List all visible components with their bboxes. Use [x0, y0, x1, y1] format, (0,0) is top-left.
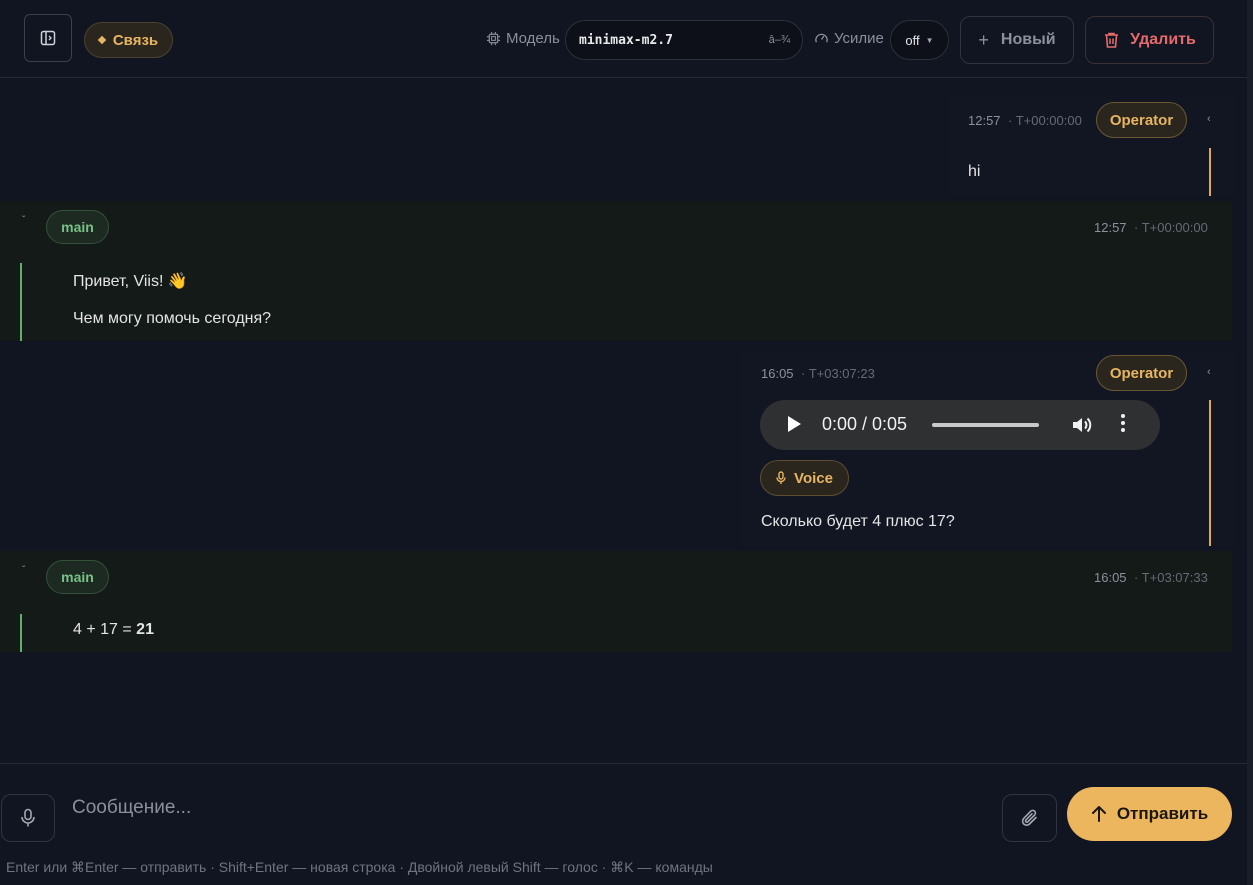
sidebar-toggle-button[interactable] [24, 14, 72, 62]
model-select[interactable]: minimax-m2.7 â–¾ [565, 20, 803, 60]
effort-label: Усилие [814, 30, 884, 47]
connection-label: Связь [112, 31, 159, 49]
message-input[interactable] [70, 792, 974, 824]
chevron-down-icon[interactable]: ˇ [22, 215, 25, 226]
attach-button[interactable] [1002, 794, 1057, 842]
arrow-up-icon [1091, 806, 1106, 822]
voice-badge: Voice [760, 460, 849, 496]
delete-button[interactable]: Удалить [1085, 16, 1214, 64]
message-offset: · T+03:07:23 [801, 366, 875, 381]
chip-icon [486, 31, 501, 46]
microphone-icon [776, 471, 786, 484]
agent-badge: main [46, 560, 109, 594]
sidebar-panel-icon [40, 30, 56, 46]
message-time: 12:57 [1094, 220, 1127, 235]
operator-badge: Operator [1096, 355, 1187, 391]
audio-player[interactable]: 0:00 / 0:05 [760, 400, 1160, 450]
model-label: Модель [486, 30, 560, 47]
message-text: Сколько будет 4 плюс 17? [761, 513, 955, 530]
message-accent-bar [20, 263, 22, 341]
new-chat-button[interactable]: + Новый [960, 16, 1074, 64]
message-accent-bar [20, 614, 22, 652]
effort-value: off [905, 32, 920, 48]
composer: Отправить Enter или ⌘Enter — отправить ·… [0, 763, 1247, 885]
message-time: 16:05 [761, 366, 794, 381]
keyboard-hints: Enter или ⌘Enter — отправить · Shift+Ent… [6, 859, 713, 875]
chevron-down-icon[interactable]: ˇ [22, 565, 25, 576]
chevron-down-icon: ▼ [925, 35, 934, 45]
microphone-button[interactable] [1, 794, 55, 842]
chevron-left-icon[interactable]: ‹ [1207, 113, 1211, 125]
trash-icon [1105, 32, 1119, 48]
scrollbar[interactable] [1247, 0, 1253, 885]
volume-icon[interactable] [1070, 413, 1094, 437]
message-time: 16:05 [1094, 570, 1127, 585]
message-time: 12:57 [968, 113, 1001, 128]
paperclip-icon [1021, 809, 1037, 826]
gauge-icon [815, 33, 828, 43]
agent-message: ˇ main 16:05 · T+03:07:33 4 + 17 = 21 [0, 551, 1232, 652]
model-value: minimax-m2.7 [579, 33, 673, 48]
message-line: Чем могу помочь сегодня? [73, 310, 272, 327]
message-line: Привет, Viis! 👋 [73, 273, 188, 290]
result-value: 21 [136, 621, 154, 638]
audio-progress-track[interactable] [932, 423, 1039, 427]
connection-chip[interactable]: Связь [84, 22, 173, 58]
operator-badge: Operator [1096, 102, 1187, 138]
audio-time: 0:00 / 0:05 [822, 414, 908, 434]
chevron-left-icon[interactable]: ‹ [1207, 366, 1211, 378]
more-options-icon[interactable] [1121, 414, 1125, 435]
operator-message: 12:57 · T+00:00:00 Operator ‹ hi [950, 96, 1233, 196]
message-text: hi [968, 163, 981, 180]
diamond-icon [97, 35, 107, 45]
model-arrow: â–¾ [768, 34, 790, 46]
effort-select[interactable]: off ▼ [890, 20, 949, 60]
message-accent-bar [1209, 400, 1211, 546]
message-offset: · T+00:00:00 [1008, 113, 1082, 128]
message-offset: · T+03:07:33 [1134, 570, 1208, 585]
send-button[interactable]: Отправить [1067, 787, 1232, 841]
message-accent-bar [1209, 148, 1211, 196]
agent-message: ˇ main 12:57 · T+00:00:00 Привет, Viis! … [0, 201, 1232, 341]
header-bar: Связь Модель minimax-m2.7 â–¾ Усилие off… [0, 0, 1247, 78]
microphone-icon [21, 808, 35, 827]
message-offset: · T+00:00:00 [1134, 220, 1208, 235]
message-line: 4 + 17 = 21 [73, 621, 154, 639]
play-icon[interactable] [788, 416, 801, 432]
agent-badge: main [46, 210, 109, 244]
plus-icon: + [978, 29, 989, 50]
expression-text: 4 + 17 = [73, 621, 137, 638]
